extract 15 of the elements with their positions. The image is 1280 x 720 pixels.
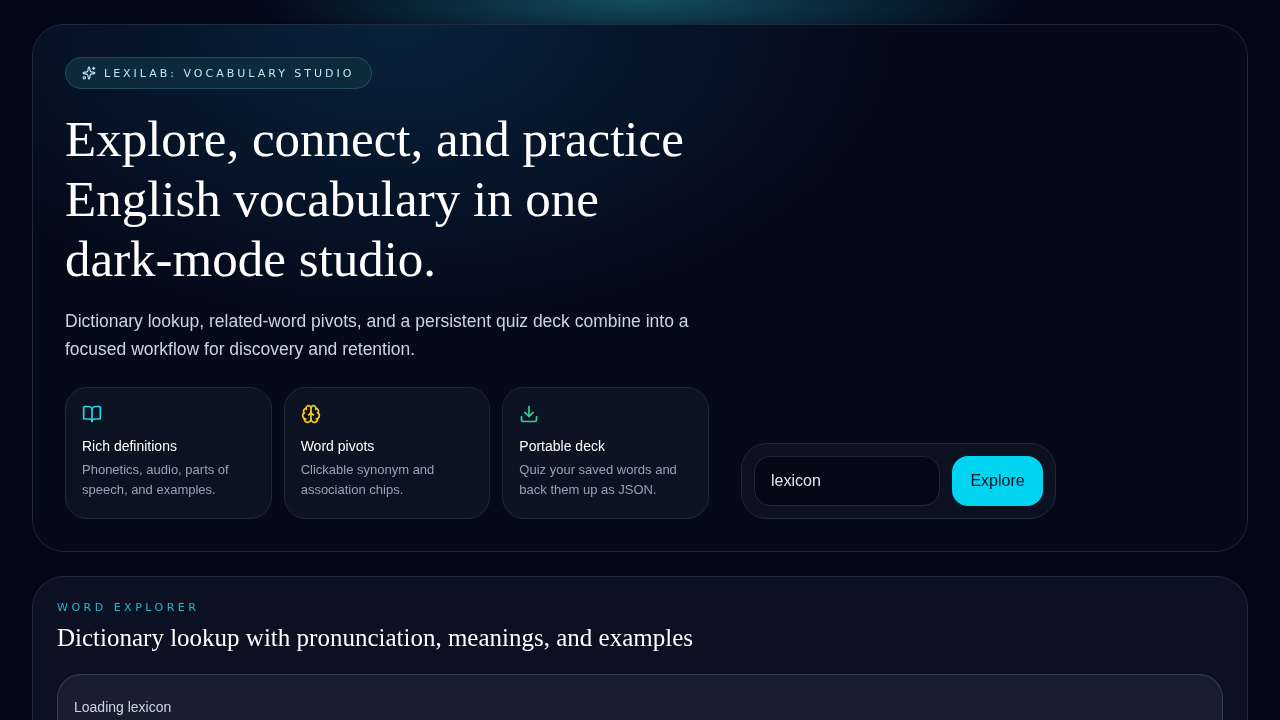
explore-button[interactable]: Explore [952,456,1043,506]
search-field[interactable]: lexicon [754,456,940,506]
section-eyebrow: WORD EXPLORER [57,601,201,614]
feature-description: Quiz your saved words and back them up as JSON. [519,461,678,499]
app-badge: LEXILAB: VOCABULARY STUDIO [65,57,372,89]
section-title: Dictionary lookup with pronunciation, meanings, and examples [57,624,694,652]
sparkles-icon [82,66,96,80]
feature-description: Clickable synonym and association chips. [300,461,436,499]
loading-status: Loading lexicon [74,699,173,715]
feature-title: Rich definitions [82,438,178,454]
feature-description: Phonetics, audio, parts of speech, and examples. [82,461,230,499]
feature-title: Word pivots [300,438,376,454]
hero-title: Explore, connect, and practice English vocabulary in one dark-mode studio. [65,110,685,289]
hero-subtitle: Dictionary lookup, related-word pivots, and a persistent quiz deck combine into a focused workflow for discovery and retention. [65,310,690,361]
feature-title: Portable deck [519,438,606,454]
